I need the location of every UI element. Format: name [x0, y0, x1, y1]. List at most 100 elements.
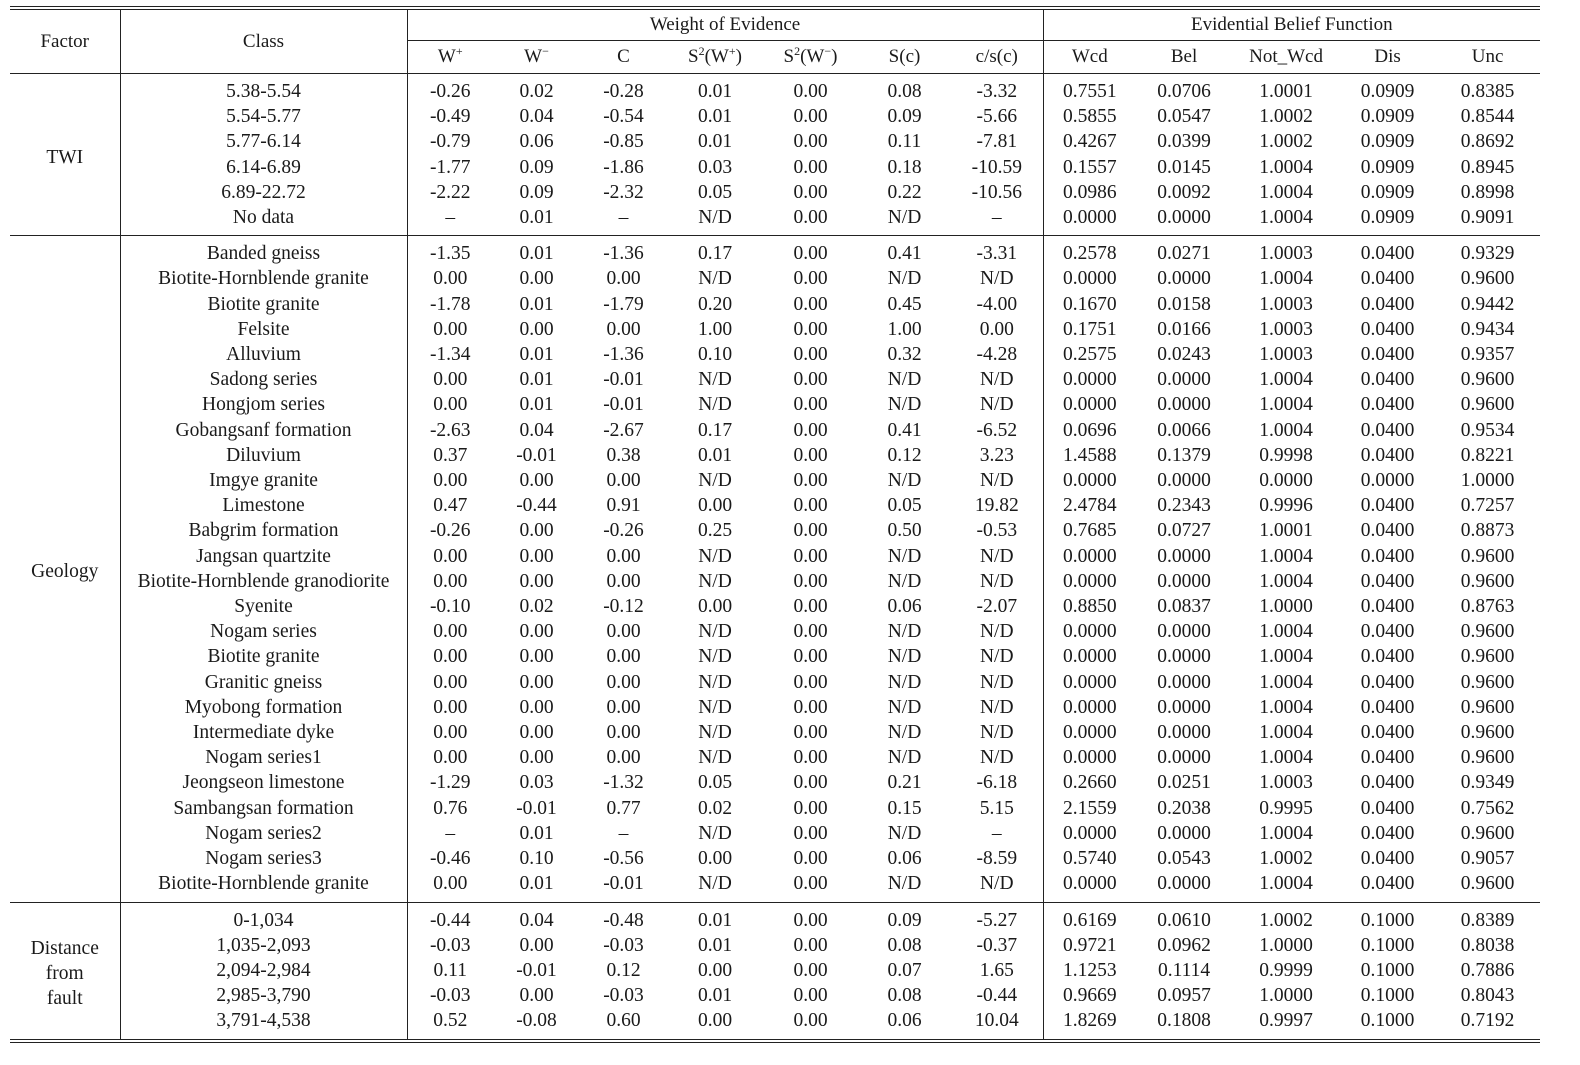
class-cell: Sadong series [119, 367, 407, 393]
value-cell: 0.00 [793, 131, 828, 153]
header-evidential-belief-function: Evidential Belief Function [1042, 10, 1541, 41]
value-cell: N/D [979, 570, 1014, 592]
value-cell: 0.0909 [1360, 81, 1415, 102]
value-cell: 0.91 [606, 495, 641, 517]
value-cell: 0.37 [406, 442, 493, 469]
value-cell: 3.23 [979, 444, 1014, 466]
value-cell: 0.07 [887, 959, 922, 981]
value-cell: 0.9434 [1460, 318, 1515, 340]
value-cell: 0.00 [406, 669, 493, 695]
value-cell: 0.00 [406, 745, 493, 771]
value-cell: 0.00 [793, 822, 828, 844]
value-cell: 0.0000 [1360, 470, 1415, 492]
value-cell: -5.27 [951, 901, 1044, 933]
value-cell: 0.05 [887, 495, 922, 517]
value-cell: 0.0400 [1360, 545, 1415, 567]
class-cell: Nogam series [119, 619, 407, 645]
value-cell: 0.0000 [1157, 470, 1211, 492]
value-cell: 0.45 [887, 293, 922, 315]
value-cell: N/D [887, 570, 922, 592]
factor-label-line: from [45, 962, 84, 984]
value-cell: 0.2660 [1042, 770, 1137, 796]
value-cell: 0.2578 [1042, 235, 1137, 267]
value-cell: 0.00 [697, 848, 733, 870]
value-cell: 0.0000 [1042, 266, 1137, 292]
value-cell: 0.9057 [1460, 848, 1515, 870]
value-cell: 0.9600 [1460, 696, 1515, 718]
value-cell: 0.0000 [1042, 820, 1137, 847]
value-cell: 0.00 [606, 696, 641, 718]
value-cell: -1.78 [406, 291, 493, 317]
value-cell: 0.00 [519, 520, 554, 542]
value-cell: 0.9996 [1259, 495, 1313, 517]
value-cell: 0.00 [606, 470, 641, 492]
value-cell: 0.9600 [1460, 545, 1515, 567]
value-cell: 0.0962 [1157, 934, 1211, 956]
value-cell: N/D [698, 873, 732, 895]
value-cell: 0.11 [406, 957, 493, 984]
value-cell: 0.0610 [1136, 901, 1233, 933]
value-cell: 0.00 [519, 545, 554, 567]
value-cell: -0.37 [976, 934, 1018, 956]
table-row: 5.77-6.14 -0.79 0.06 -0.85 0.01 0.00 0.11 -7.81… [10, 129, 1540, 155]
value-cell: 0.00 [793, 959, 828, 981]
table-row: Granitic gneiss 0.00 0.00 0.00 N/D 0.00 N/D N/D… [10, 669, 1540, 695]
value-cell: -0.01 [603, 873, 644, 895]
value-cell: 0.00 [793, 444, 828, 466]
value-cell: 0.0399 [1157, 131, 1211, 153]
value-cell: 1.0002 [1232, 901, 1341, 933]
value-cell: 1.0004 [1259, 394, 1313, 416]
value-cell: 0.76 [406, 795, 493, 821]
factor-label: TWI [46, 146, 84, 168]
value-cell: N/D [887, 369, 922, 391]
value-cell: 0.8763 [1460, 596, 1515, 618]
value-cell: 0.0000 [1042, 367, 1137, 393]
value-cell: 0.00 [606, 570, 641, 592]
value-cell: 1.65 [979, 959, 1014, 981]
value-cell: 0.7685 [1042, 518, 1137, 544]
table-row: 2,094-2,984 0.11 -0.01 0.12 0.00 0.00 0.07 1.65… [10, 957, 1540, 984]
value-cell: N/D [698, 545, 732, 567]
value-cell: 0.2038 [1157, 797, 1211, 819]
value-cell: 0.06 [887, 848, 922, 870]
value-cell: 0.01 [697, 131, 733, 153]
value-cell: 0.00 [793, 394, 828, 416]
value-cell: 0.9998 [1259, 444, 1313, 466]
column-header: Not_Wcd [1232, 40, 1341, 74]
value-cell: 0.00 [793, 207, 828, 229]
value-cell: – [991, 207, 1002, 229]
value-cell: N/D [887, 722, 922, 744]
table-row: Intermediate dyke 0.00 0.00 0.00 N/D 0.00 N/D N… [10, 720, 1540, 746]
value-cell: 0.9995 [1259, 797, 1313, 819]
value-cell: 0.8873 [1460, 520, 1515, 542]
value-cell: 0.0145 [1157, 156, 1211, 178]
column-header: S(c) [858, 40, 951, 74]
value-cell: 0.00 [406, 392, 493, 418]
value-cell: 1.0004 [1259, 545, 1313, 567]
factor-label: Distance from fault [10, 901, 120, 1039]
results-table-container: Factor Class Weight of Evidence Evidenti… [10, 6, 1541, 1043]
value-cell: 0.7886 [1460, 959, 1515, 981]
value-cell: 0.1000 [1360, 1010, 1415, 1032]
value-cell: 0.0000 [1157, 873, 1211, 895]
value-cell: 0.4267 [1042, 129, 1137, 155]
value-cell: 0.00 [793, 181, 828, 203]
value-cell: 0.00 [519, 570, 554, 592]
table-row: 2,985-3,790 -0.03 0.00 -0.03 0.01 0.00 0.08 -0.… [10, 983, 1540, 1009]
value-cell: 1.8269 [1042, 1008, 1137, 1039]
value-cell: – [618, 207, 629, 229]
value-cell: 0.9600 [1460, 671, 1515, 693]
value-cell: -0.28 [603, 81, 644, 102]
value-cell: 2.1559 [1042, 795, 1137, 821]
value-cell: N/D [979, 747, 1014, 769]
value-cell: 0.0000 [1042, 543, 1137, 569]
class-cell: 2,094-2,984 [119, 957, 407, 984]
class-cell: Biotite-Hornblende granite [119, 266, 407, 292]
value-cell: 0.9357 [1460, 344, 1515, 366]
value-cell: 0.5855 [1042, 104, 1137, 130]
value-cell: 0.00 [606, 268, 641, 290]
value-cell: N/D [979, 722, 1014, 744]
value-cell: N/D [887, 545, 922, 567]
value-cell: 0.0000 [1042, 694, 1137, 721]
value-cell: 0.00 [606, 671, 641, 693]
